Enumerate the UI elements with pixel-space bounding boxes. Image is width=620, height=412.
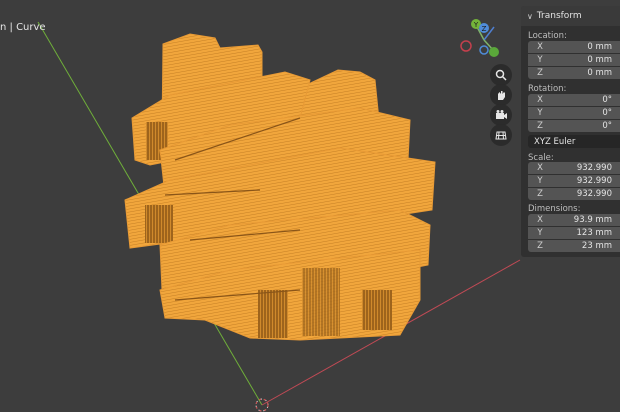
zoom-button[interactable] — [490, 64, 512, 86]
curve-object[interactable] — [124, 33, 436, 341]
panel-title: Transform — [536, 11, 582, 21]
rotation-y-value: 0° — [602, 108, 612, 118]
axis-label: Z — [537, 189, 543, 199]
axis-label: Z — [537, 68, 543, 78]
axis-label: Y — [537, 55, 543, 65]
scale-x-field[interactable]: X 932.990 — [528, 162, 620, 174]
hand-icon — [498, 91, 505, 100]
camera-button[interactable] — [490, 104, 512, 126]
gizmo-x-icon — [489, 47, 499, 57]
dimensions-x-value: 93.9 mm — [573, 215, 612, 225]
location-y-value: 0 mm — [587, 55, 612, 65]
axis-label: Z — [537, 241, 543, 251]
axis-label: X — [537, 42, 543, 52]
scale-y-field[interactable]: Y 932.990 — [528, 175, 620, 187]
dimensions-y-value: 123 mm — [576, 228, 613, 238]
axis-label: Y — [537, 108, 543, 118]
rotation-label: Rotation: — [528, 84, 567, 94]
gizmo-neg-z-icon — [479, 45, 489, 55]
rotation-mode-select[interactable]: XYZ Euler — [528, 135, 620, 148]
axis-label: Y — [537, 228, 543, 238]
axis-label: X — [537, 215, 543, 225]
zoom-icon — [495, 69, 507, 81]
scale-z-value: 932.990 — [576, 189, 612, 199]
ortho-grid-button[interactable] — [490, 124, 512, 146]
transform-panel-header[interactable]: ∨ Transform — [521, 6, 620, 26]
rotation-y-field[interactable]: Y 0° — [528, 107, 620, 119]
scale-z-field[interactable]: Z 932.990 — [528, 188, 620, 200]
chevron-down-icon: ∨ — [527, 11, 533, 21]
axis-label: Y — [537, 176, 543, 186]
transform-panel: ∨ Transform Location: X0 mm Y0 mm Z0 mm … — [521, 6, 620, 257]
navigation-gizmo[interactable]: Y Z — [460, 19, 499, 57]
scale-y-value: 932.990 — [576, 176, 612, 186]
rotation-x-field[interactable]: X 0° — [528, 94, 620, 106]
dimensions-label: Dimensions: — [528, 204, 581, 214]
gizmo-y-label: Y — [473, 21, 479, 29]
viewport-object-label: n | Curve — [0, 22, 46, 33]
gizmo-z-label: Z — [482, 25, 487, 33]
rotation-x-value: 0° — [602, 95, 612, 105]
dimensions-y-field[interactable]: Y 123 mm — [528, 227, 620, 239]
dimensions-z-value: 23 mm — [581, 241, 612, 251]
location-z-value: 0 mm — [587, 68, 612, 78]
3d-viewport[interactable]: Y Z n | Curve ∨ Transform Location: X 0 m… — [0, 0, 620, 412]
scale-x-value: 932.990 — [576, 163, 612, 173]
axis-label: X — [537, 95, 543, 105]
axis-label: Z — [537, 121, 543, 131]
pan-button[interactable] — [490, 84, 512, 106]
location-label: Location: — [528, 31, 567, 41]
camera-icon — [496, 110, 507, 119]
axis-label: X — [537, 163, 543, 173]
dimensions-x-field[interactable]: X 93.9 mm — [528, 214, 620, 226]
location-x-value: 0 mm — [587, 42, 612, 52]
gizmo-neg-x-icon — [460, 40, 472, 52]
location-z-field[interactable]: Z 0 mm — [528, 67, 620, 79]
location-y-field[interactable]: Y 0 mm — [528, 54, 620, 66]
dimensions-z-field[interactable]: Z 23 mm — [528, 240, 620, 252]
location-x-field[interactable]: X 0 mm — [528, 41, 620, 53]
rotation-z-value: 0° — [602, 121, 612, 131]
rotation-z-field[interactable]: Z 0° — [528, 120, 620, 132]
grid-icon — [495, 131, 507, 140]
